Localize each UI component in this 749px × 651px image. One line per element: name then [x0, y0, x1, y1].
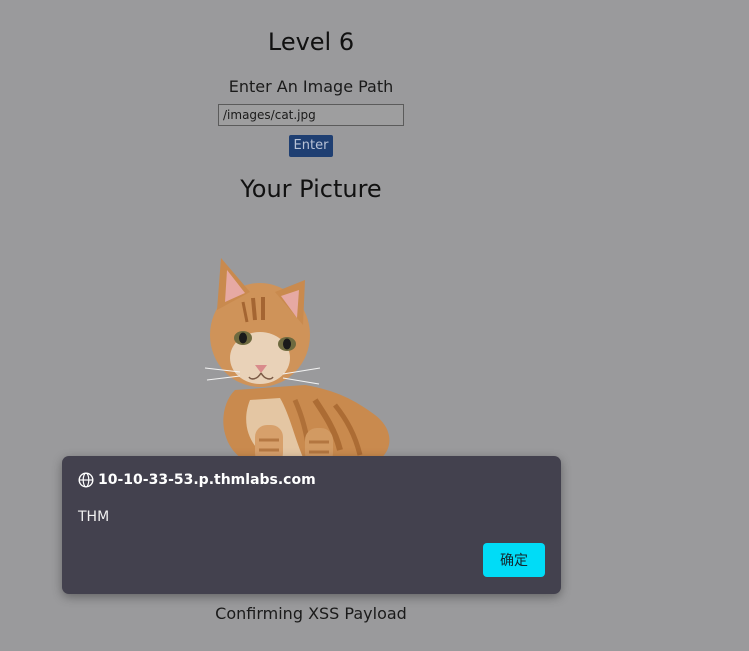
globe-icon	[78, 472, 94, 488]
caption-text: Confirming XSS Payload	[215, 604, 407, 623]
dialog-message: THM	[78, 509, 110, 525]
image-path-input[interactable]	[218, 104, 404, 126]
cat-image	[195, 258, 415, 470]
level-title: Level 6	[267, 28, 355, 56]
alert-dialog: 10-10-33-53.p.thmlabs.com THM 确定	[62, 456, 561, 594]
picture-heading: Your Picture	[240, 175, 382, 203]
dialog-origin: 10-10-33-53.p.thmlabs.com	[78, 471, 316, 489]
dialog-origin-text: 10-10-33-53.p.thmlabs.com	[98, 472, 316, 488]
ok-button[interactable]: 确定	[483, 543, 545, 577]
image-path-label: Enter An Image Path	[228, 77, 394, 96]
enter-button[interactable]: Enter	[289, 135, 333, 157]
